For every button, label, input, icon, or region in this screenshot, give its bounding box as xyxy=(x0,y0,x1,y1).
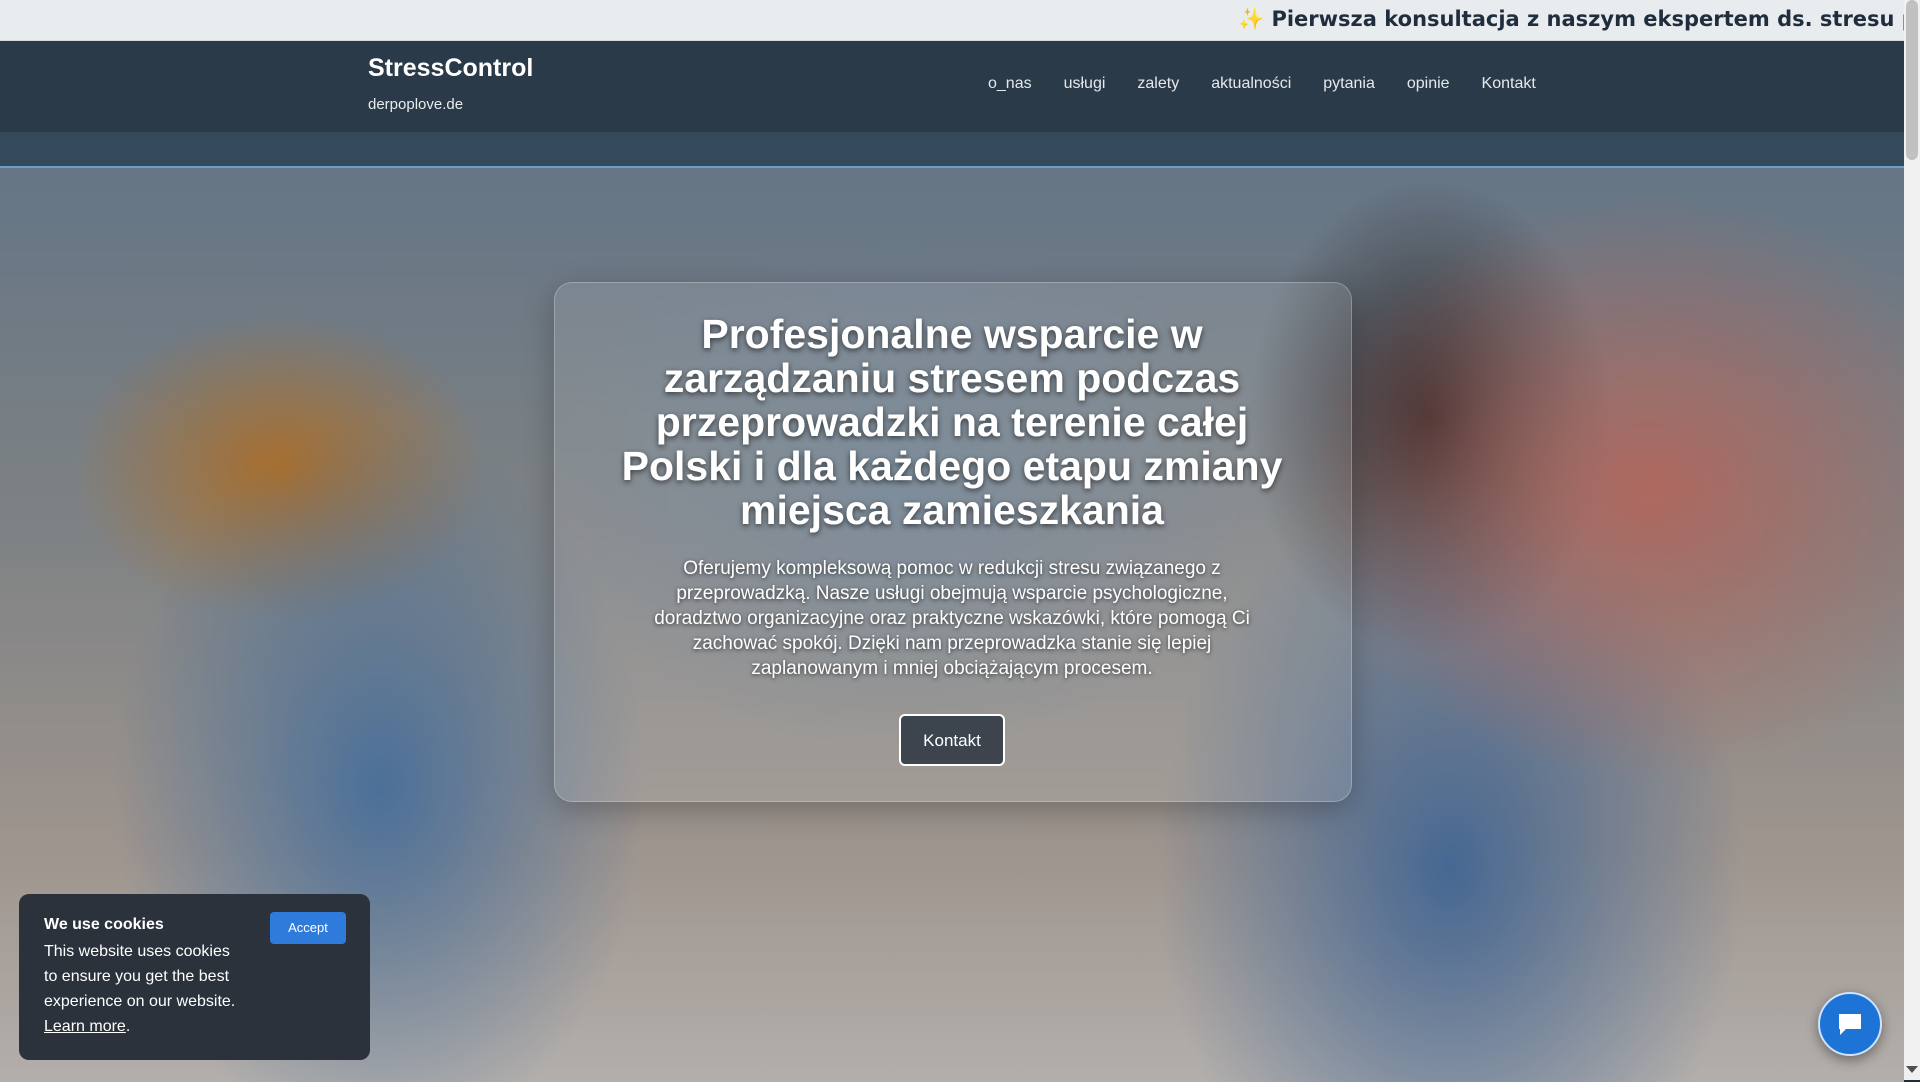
chat-bubble-icon xyxy=(1839,1014,1861,1035)
nav-item-uslugi[interactable]: usługi xyxy=(1064,75,1106,93)
scrollbar-thumb[interactable] xyxy=(1906,0,1918,160)
cookie-title: We use cookies xyxy=(44,916,164,933)
learn-more-link[interactable]: Learn more xyxy=(44,1018,126,1035)
cookie-banner: We use cookies This website uses cookies… xyxy=(19,894,370,1060)
nav-item-o-nas[interactable]: o_nas xyxy=(988,75,1032,93)
brand-subtitle: derpoplove.de xyxy=(368,96,464,113)
nav-item-pytania[interactable]: pytania xyxy=(1323,75,1375,93)
brand-title[interactable]: StressControl xyxy=(368,54,533,83)
accept-cookies-button[interactable]: Accept xyxy=(270,912,346,944)
cookie-text-block: This website uses cookies to ensure you … xyxy=(44,939,244,1039)
main-nav: o_nas usługi zalety aktualności pytania … xyxy=(988,75,1536,93)
scroll-down-arrow-icon[interactable] xyxy=(1906,1066,1918,1073)
hero-description: Oferujemy kompleksową pomoc w redukcji s… xyxy=(654,558,1250,679)
nav-item-opinie[interactable]: opinie xyxy=(1407,75,1450,93)
hero-title: Profesjonalne wsparcie w zarządzaniu str… xyxy=(621,311,1283,533)
chat-button[interactable] xyxy=(1818,992,1882,1056)
scrollbar-track[interactable] xyxy=(1904,0,1920,1080)
nav-item-aktualnosci[interactable]: aktualności xyxy=(1211,75,1291,93)
announcement-text: ✨ Pierwsza konsultacja z naszym eksperte… xyxy=(1238,7,1904,31)
cookie-message: This website uses cookies to ensure you … xyxy=(44,943,236,1010)
site-header xyxy=(0,41,1904,132)
nav-item-zalety[interactable]: zalety xyxy=(1137,75,1179,93)
announcement-bar: ✨ Pierwsza konsultacja z naszym eksperte… xyxy=(0,0,1904,41)
nav-item-kontakt[interactable]: Kontakt xyxy=(1482,75,1536,93)
contact-button[interactable]: Kontakt xyxy=(899,714,1005,766)
header-subbar xyxy=(0,132,1904,166)
cookie-period: . xyxy=(125,1018,131,1035)
